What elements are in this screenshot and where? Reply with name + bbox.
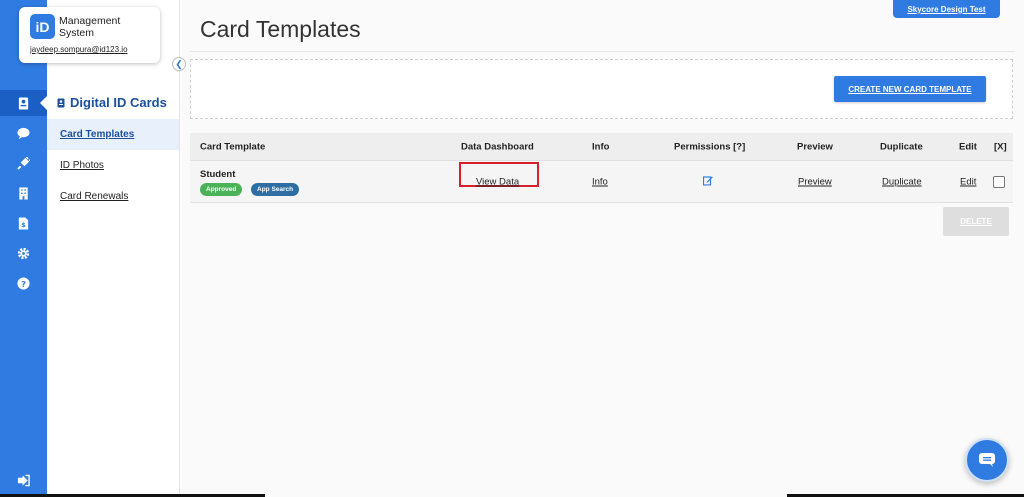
nav-item-card-renewals[interactable]: Card Renewals [47,181,179,212]
section-nav: Digital ID Cards Card Templates ID Photo… [47,0,180,497]
document-dollar-icon[interactable]: $ [0,210,47,236]
approved-badge: Approved [200,183,243,196]
table-header: Card Template Data Dashboard Info Permis… [190,133,1013,160]
table-row: Student Approved App Search View Data In… [190,160,1013,203]
template-name: Student [200,169,236,180]
id-card-small-icon [57,98,65,107]
create-panel: CREATE NEW CARD TEMPLATE [190,59,1013,119]
section-title-label: Digital ID Cards [70,95,167,110]
brand-card: iD Management System jaydeep.sompura@id1… [19,7,160,63]
preview-link[interactable]: Preview [798,176,832,187]
nav-item-id-photos[interactable]: ID Photos [47,150,179,181]
svg-text:$: $ [21,221,26,229]
icon-rail: $ ? [0,0,47,497]
col-select: [X] [994,141,1007,152]
chat-widget-button[interactable] [965,438,1009,482]
user-email-link[interactable]: jaydeep.sompura@id123.io [30,45,128,54]
page-title: Card Templates [200,16,361,42]
row-select-checkbox[interactable] [993,175,1005,188]
edit-permissions-icon[interactable] [702,175,713,188]
col-data-dashboard: Data Dashboard [461,141,534,152]
title-divider [190,51,1015,52]
chevron-left-icon: ❮ [175,58,183,69]
view-data-link[interactable]: View Data [476,176,519,187]
col-permissions[interactable]: Permissions [?] [674,141,745,152]
main-content: Card Templates Skycore Design Test CREAT… [181,0,1024,497]
chat-bubble-icon [979,453,995,467]
collapse-sidebar-button[interactable]: ❮ [172,57,186,71]
templates-table: Card Template Data Dashboard Info Permis… [190,133,1013,203]
id-card-icon[interactable] [0,90,47,116]
help-icon[interactable]: ? [0,270,47,296]
plug-icon[interactable] [0,150,47,176]
brand-name: Management System [59,15,121,39]
svg-text:?: ? [21,278,26,288]
logout-icon[interactable] [0,467,47,493]
col-card-template: Card Template [200,141,266,152]
col-edit: Edit [959,141,977,152]
section-title: Digital ID Cards [57,95,167,110]
col-preview: Preview [797,141,833,152]
col-duplicate: Duplicate [880,141,923,152]
delete-button[interactable]: DELETE [943,207,1009,236]
brand-logo: iD [30,14,55,39]
app-search-badge: App Search [251,183,300,196]
duplicate-link[interactable]: Duplicate [882,176,922,187]
edit-link[interactable]: Edit [960,176,976,187]
create-card-template-button[interactable]: CREATE NEW CARD TEMPLATE [834,76,986,102]
chat-icon[interactable] [0,120,47,146]
nav-item-card-templates[interactable]: Card Templates [47,119,179,150]
org-switch-button[interactable]: Skycore Design Test [893,0,1000,18]
info-link[interactable]: Info [592,176,608,187]
building-icon[interactable] [0,180,47,206]
gear-icon[interactable] [0,240,47,266]
col-info: Info [592,141,610,152]
